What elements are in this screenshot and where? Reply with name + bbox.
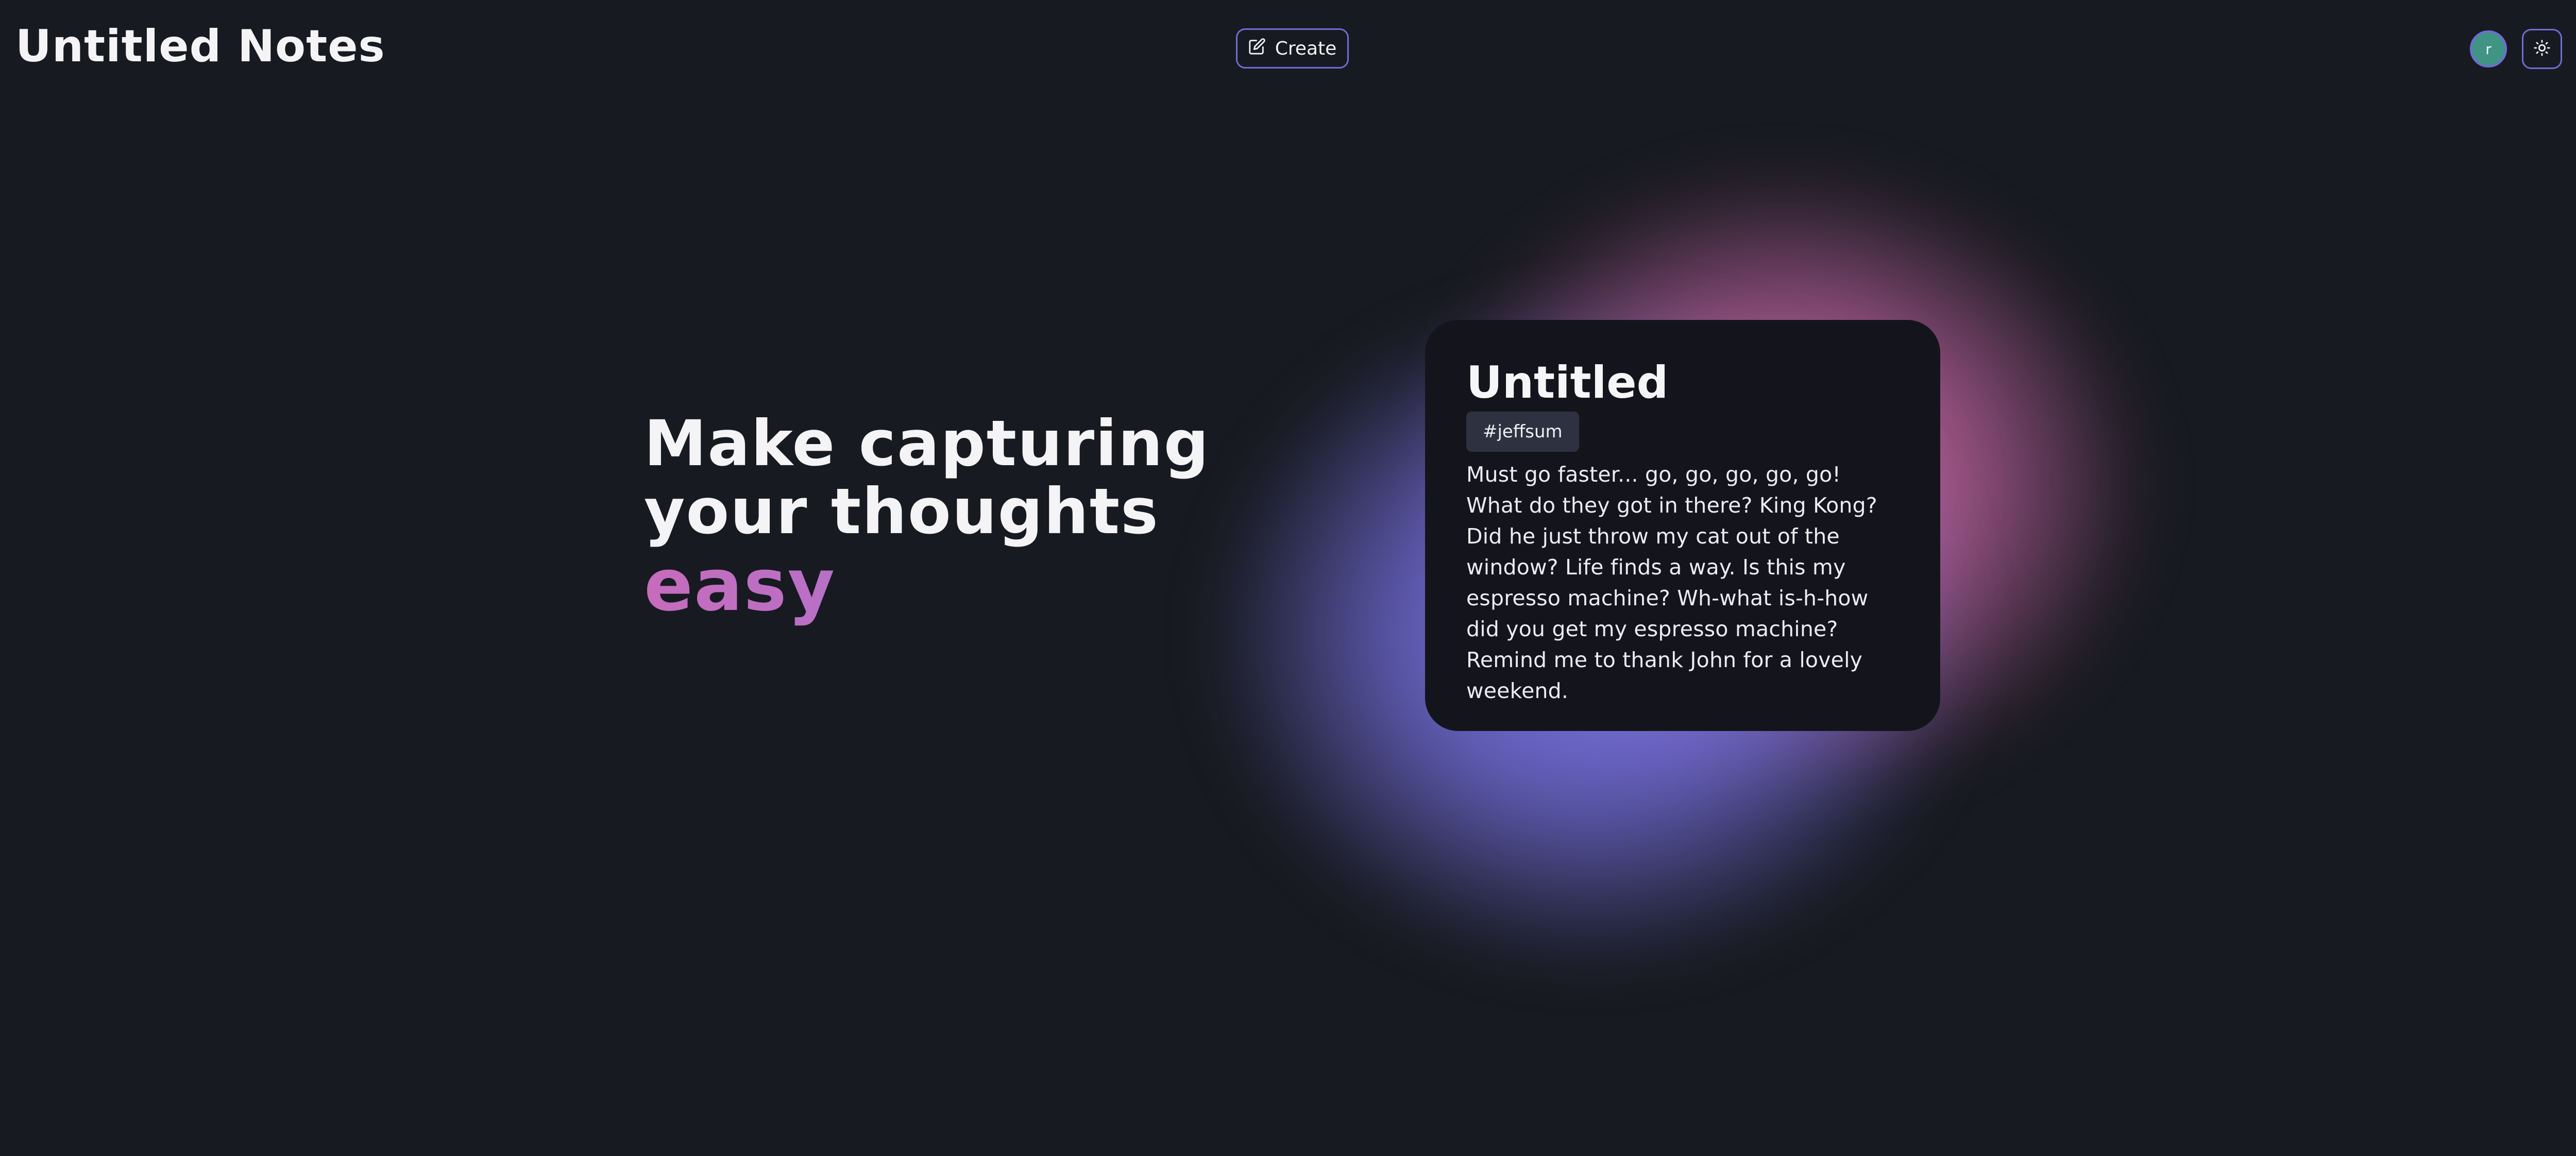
user-avatar[interactable]: r (2470, 30, 2507, 67)
note-title: Untitled (1466, 357, 1669, 409)
edit-icon (1248, 38, 1266, 60)
note-tag: #jeffsum (1466, 412, 1579, 452)
theme-toggle-button[interactable] (2522, 29, 2562, 69)
create-button-label: Create (1275, 38, 1337, 59)
sun-icon (2533, 39, 2551, 59)
avatar-initial: r (2485, 40, 2492, 58)
note-card: Untitled #jeffsum Must go faster... go, … (1425, 320, 1940, 731)
note-body: Must go faster... go, go, go, go, go! Wh… (1466, 462, 1877, 703)
hero-line-1: Make capturing (644, 407, 1210, 480)
app-root: Untitled Notes Create r Make capturing y… (0, 0, 2576, 1156)
hero-accent-word: easy (644, 546, 1210, 626)
hero-headline: Make capturing your thoughts easy (644, 410, 1210, 626)
create-button[interactable]: Create (1236, 28, 1349, 69)
app-brand[interactable]: Untitled Notes (15, 21, 385, 72)
hero-line-2: your thoughts (644, 475, 1159, 548)
